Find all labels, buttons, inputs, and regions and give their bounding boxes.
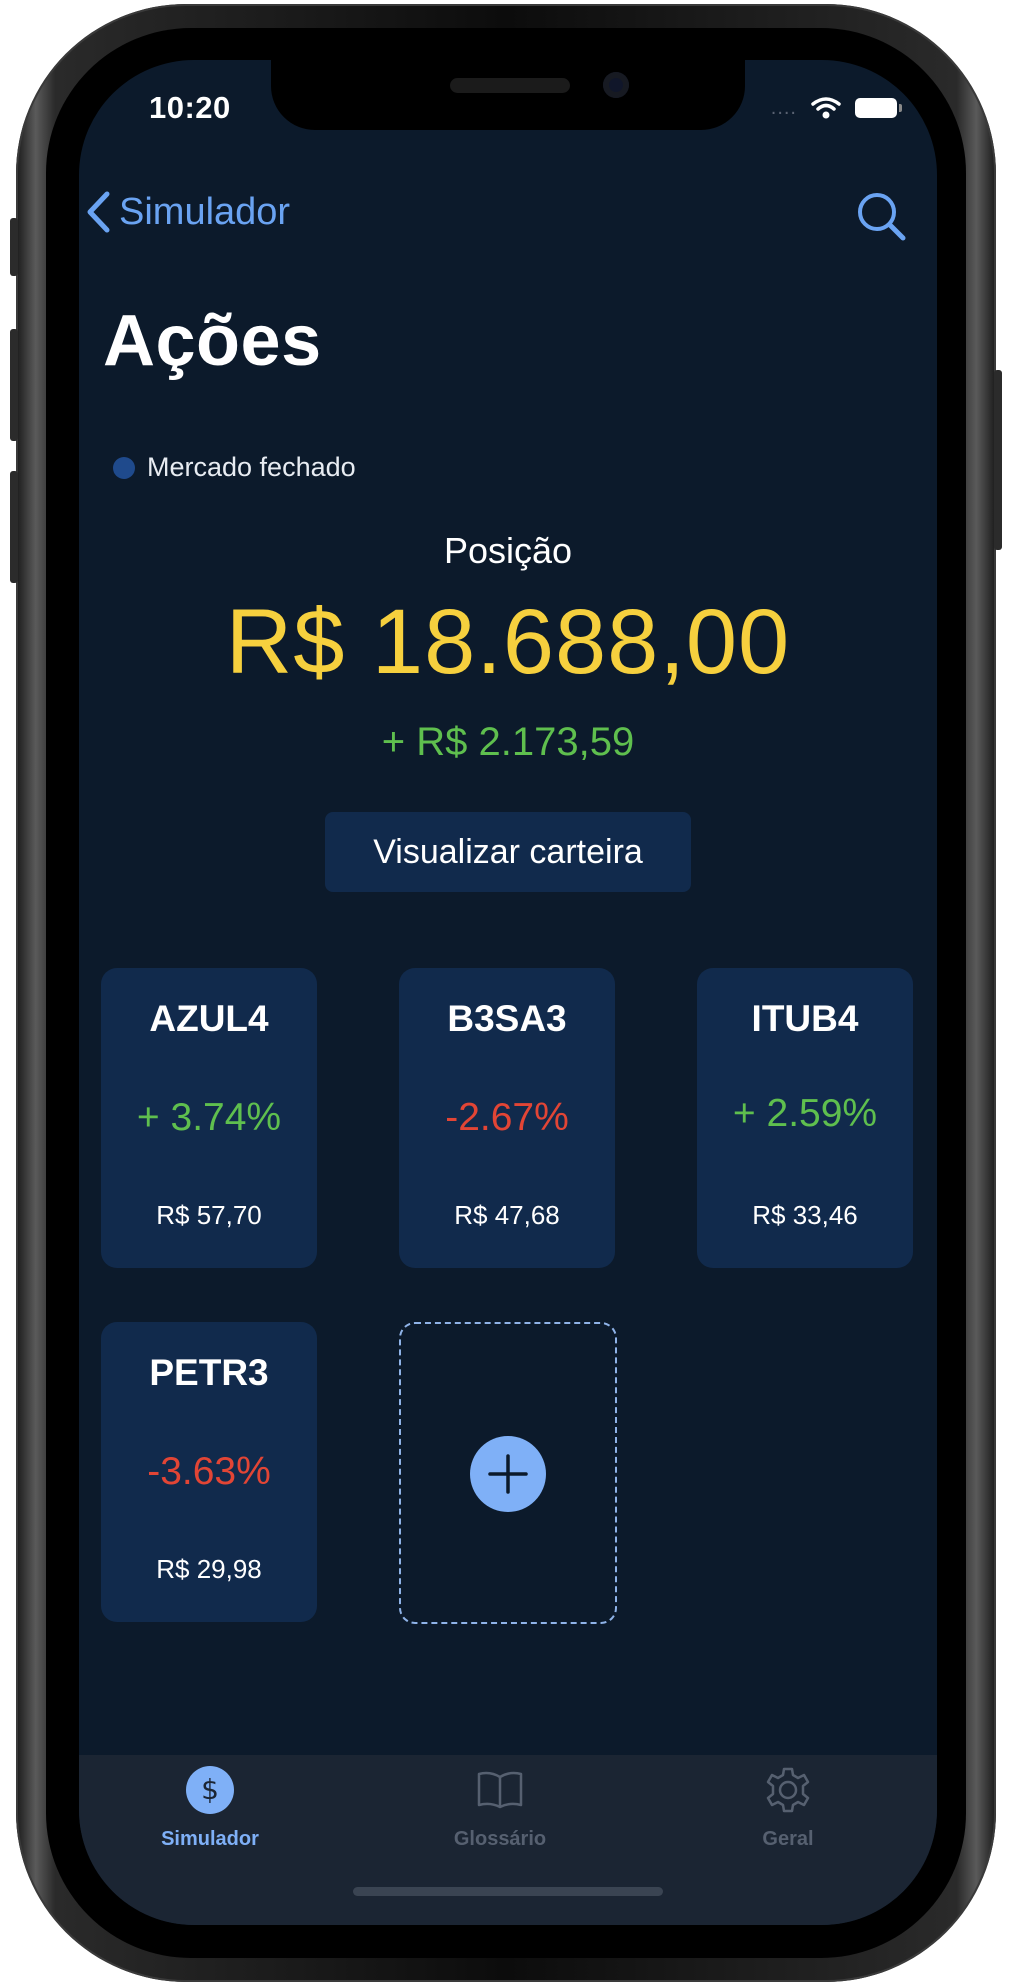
tab-label: Simulador bbox=[161, 1828, 259, 1850]
book-icon bbox=[477, 1771, 523, 1809]
dollar-icon: $ bbox=[186, 1766, 234, 1814]
battery-icon bbox=[855, 98, 902, 118]
tab-geral[interactable]: Geral bbox=[688, 1765, 888, 1851]
app-screen: 10:20 .... Simulador Ações Mercado fecha… bbox=[79, 60, 937, 1925]
position-value: R$ 18.688,00 bbox=[225, 591, 791, 693]
signal-icon: .... bbox=[770, 97, 797, 119]
stock-card-itub4[interactable]: ITUB4 + 2.59% R$ 33,46 bbox=[697, 968, 913, 1268]
stock-card-azul4[interactable]: AZUL4 + 3.74% R$ 57,70 bbox=[101, 968, 317, 1268]
stock-price: R$ 57,70 bbox=[156, 1200, 262, 1230]
stock-price: R$ 47,68 bbox=[454, 1200, 560, 1230]
notch bbox=[271, 60, 745, 130]
position-change: + R$ 2.173,59 bbox=[381, 720, 635, 764]
stock-price: R$ 29,98 bbox=[156, 1554, 262, 1584]
chevron-left-icon bbox=[87, 191, 110, 233]
stock-ticker: PETR3 bbox=[149, 1352, 269, 1393]
search-icon bbox=[858, 193, 906, 241]
gear-icon bbox=[766, 1767, 810, 1813]
stock-change: -3.63% bbox=[147, 1450, 271, 1493]
market-status: Mercado fechado bbox=[113, 452, 356, 483]
tab-label: Glossário bbox=[453, 1828, 547, 1850]
stock-change: + 2.59% bbox=[732, 1092, 878, 1135]
earpiece-speaker bbox=[450, 78, 570, 93]
front-camera bbox=[603, 72, 629, 98]
stock-change: -2.67% bbox=[445, 1096, 569, 1139]
stock-card-petr3[interactable]: PETR3 -3.63% R$ 29,98 bbox=[101, 1322, 317, 1622]
position-label: Posição bbox=[443, 530, 573, 571]
stock-change: + 3.74% bbox=[136, 1096, 282, 1139]
back-button[interactable]: Simulador bbox=[85, 190, 290, 234]
status-indicators: .... bbox=[770, 96, 902, 120]
power-button bbox=[994, 370, 1002, 550]
stock-ticker: B3SA3 bbox=[447, 998, 567, 1039]
svg-text:$: $ bbox=[201, 1773, 219, 1806]
tab-glossario[interactable]: Glossário bbox=[400, 1765, 600, 1851]
add-stock-card[interactable] bbox=[399, 1322, 617, 1624]
silent-switch bbox=[10, 218, 18, 276]
market-status-dot bbox=[113, 456, 135, 479]
stock-card-b3sa3[interactable]: B3SA3 -2.67% R$ 47,68 bbox=[399, 968, 615, 1268]
status-time: 10:20 bbox=[149, 90, 231, 125]
plus-icon bbox=[488, 1454, 528, 1494]
view-portfolio-button[interactable]: Visualizar carteira bbox=[325, 812, 691, 892]
add-stock-button[interactable] bbox=[470, 1436, 546, 1512]
stock-ticker: AZUL4 bbox=[149, 998, 269, 1039]
stock-ticker: ITUB4 bbox=[751, 998, 859, 1039]
search-button[interactable] bbox=[853, 188, 909, 244]
back-button-label: Simulador bbox=[119, 190, 291, 233]
tab-label: Geral bbox=[762, 1828, 814, 1850]
market-status-label: Mercado fechado bbox=[147, 452, 356, 482]
wifi-icon bbox=[811, 97, 841, 119]
tab-simulador[interactable]: $ Simulador bbox=[110, 1765, 310, 1851]
volume-up-button bbox=[10, 329, 18, 441]
stock-price: R$ 33,46 bbox=[752, 1200, 858, 1230]
page-title: Ações bbox=[103, 301, 322, 381]
tab-bar: $ Simulador Glossário Geral bbox=[79, 1755, 937, 1925]
home-indicator[interactable] bbox=[353, 1887, 663, 1896]
volume-down-button bbox=[10, 471, 18, 583]
